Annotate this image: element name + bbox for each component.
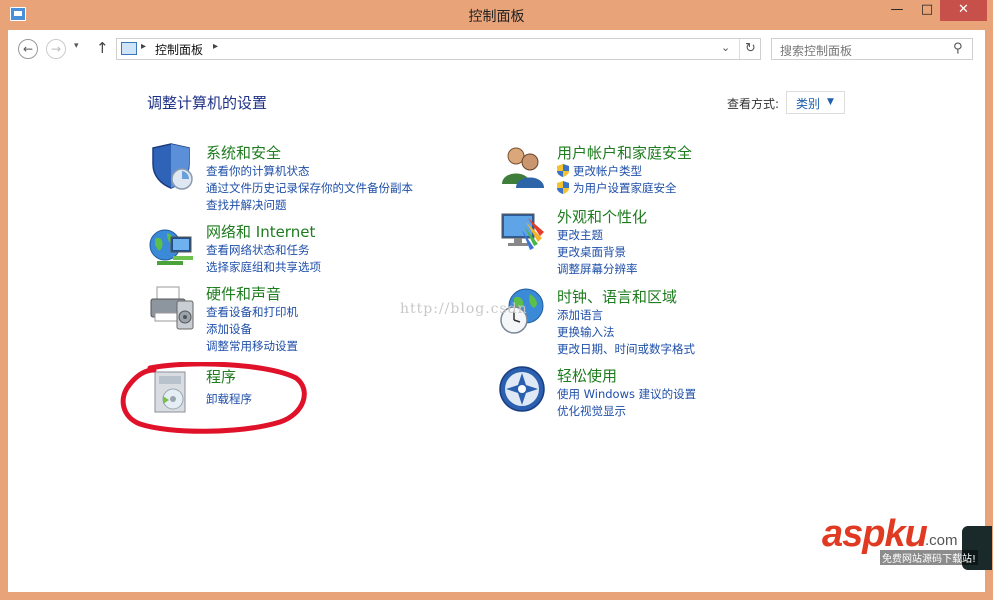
- client-area: ← → ▾ ↑ ▸ 控制面板 ▸ ⌄ ↻ 搜索控制面板 ⚲ 调整计算机的设置 查…: [8, 30, 985, 592]
- category-appearance: 外观和个性化 更改主题 更改桌面背景 调整屏幕分辨率: [498, 206, 818, 276]
- breadcrumb-separator-icon[interactable]: ▸: [213, 41, 218, 52]
- link-screen-resolution[interactable]: 调整屏幕分辨率: [557, 261, 638, 277]
- category-hardware-sound: 硬件和声音 查看设备和打印机 添加设备 调整常用移动设置: [147, 283, 467, 353]
- breadcrumb-control-panel[interactable]: 控制面板: [155, 41, 203, 58]
- minimize-button[interactable]: —: [883, 0, 911, 21]
- link-change-input-method[interactable]: 更换输入法: [557, 324, 615, 340]
- link-add-device[interactable]: 添加设备: [206, 321, 252, 337]
- category-clock-language-region: 时钟、语言和区域 添加语言 更换输入法 更改日期、时间或数字格式: [498, 286, 818, 356]
- link-desktop-background[interactable]: 更改桌面背景: [557, 244, 626, 260]
- link-add-language[interactable]: 添加语言: [557, 307, 603, 323]
- category-user-accounts: 用户帐户和家庭安全 更改帐户类型 为用户设置家庭安全: [498, 142, 818, 197]
- link-family-safety[interactable]: 为用户设置家庭安全: [573, 180, 677, 196]
- category-title[interactable]: 轻松使用: [557, 365, 617, 386]
- category-title[interactable]: 网络和 Internet: [206, 221, 315, 242]
- category-ease-of-access: 轻松使用 使用 Windows 建议的设置 优化视觉显示: [498, 365, 818, 420]
- category-title[interactable]: 时钟、语言和区域: [557, 286, 677, 307]
- category-title[interactable]: 硬件和声音: [206, 283, 281, 304]
- recent-locations-chevron-icon[interactable]: ▾: [74, 41, 79, 51]
- control-panel-small-icon: [121, 42, 137, 55]
- navigation-bar: ← → ▾ ↑ ▸ 控制面板 ▸ ⌄ ↻ 搜索控制面板 ⚲: [8, 30, 985, 70]
- link-devices-printers[interactable]: 查看设备和打印机: [206, 304, 298, 320]
- link-change-account-type[interactable]: 更改帐户类型: [573, 163, 642, 179]
- refresh-button[interactable]: ↻: [739, 39, 761, 59]
- link-optimize-visual-display[interactable]: 优化视觉显示: [557, 403, 626, 419]
- search-placeholder: 搜索控制面板: [780, 44, 853, 58]
- security-shield-icon[interactable]: [147, 142, 197, 192]
- search-input[interactable]: 搜索控制面板 ⚲: [771, 38, 973, 60]
- control-panel-window: 控制面板 — □ ✕ ← → ▾ ↑ ▸ 控制面板 ▸ ⌄ ↻ 搜索控制面板 ⚲…: [0, 0, 993, 600]
- back-button[interactable]: ←: [18, 39, 38, 59]
- category-network-internet: 网络和 Internet 查看网络状态和任务 选择家庭组和共享选项: [147, 221, 467, 276]
- category-title[interactable]: 用户帐户和家庭安全: [557, 142, 692, 163]
- printer-icon[interactable]: [147, 283, 197, 333]
- link-mobility-settings[interactable]: 调整常用移动设置: [206, 338, 298, 354]
- brand-tagline: 免费网站源码下载站!: [880, 550, 979, 565]
- ease-of-access-icon[interactable]: [498, 365, 548, 415]
- breadcrumb-separator-icon[interactable]: ▸: [141, 41, 146, 52]
- title-bar[interactable]: 控制面板 — □ ✕: [0, 0, 993, 30]
- category-title[interactable]: 系统和安全: [206, 142, 281, 163]
- dropdown-arrow-icon: ▼: [827, 97, 834, 107]
- view-by-value: 类别: [796, 97, 821, 111]
- link-homegroup[interactable]: 选择家庭组和共享选项: [206, 259, 321, 275]
- page-title: 调整计算机的设置: [147, 94, 268, 112]
- close-button[interactable]: ✕: [940, 0, 987, 21]
- link-change-theme[interactable]: 更改主题: [557, 227, 603, 243]
- link-view-computer-status[interactable]: 查看你的计算机状态: [206, 163, 310, 179]
- up-button[interactable]: ↑: [96, 39, 109, 57]
- view-by-label: 查看方式:: [727, 97, 780, 111]
- address-bar[interactable]: ▸ 控制面板 ▸ ⌄ ↻: [116, 38, 761, 60]
- search-icon[interactable]: ⚲: [953, 41, 963, 56]
- window-title: 控制面板: [468, 9, 525, 25]
- network-globe-icon[interactable]: [147, 221, 197, 271]
- forward-button[interactable]: →: [46, 39, 66, 59]
- address-dropdown-icon[interactable]: ⌄: [721, 41, 730, 54]
- view-by-dropdown[interactable]: 类别 ▼: [786, 91, 845, 114]
- link-troubleshoot[interactable]: 查找并解决问题: [206, 197, 287, 213]
- uac-shield-icon: [557, 164, 569, 177]
- link-windows-suggested-settings[interactable]: 使用 Windows 建议的设置: [557, 386, 696, 402]
- uac-shield-icon: [557, 181, 569, 194]
- brand-domain: .com: [925, 532, 958, 549]
- watermark-text: http://blog.csdn: [400, 301, 528, 317]
- link-network-status[interactable]: 查看网络状态和任务: [206, 242, 310, 258]
- annotation-circle: [120, 362, 307, 434]
- category-system-security: 系统和安全 查看你的计算机状态 通过文件历史记录保存你的文件备份副本 查找并解决…: [147, 142, 467, 212]
- users-icon[interactable]: [498, 142, 548, 192]
- category-title[interactable]: 外观和个性化: [557, 206, 647, 227]
- personalization-icon[interactable]: [498, 206, 548, 256]
- maximize-button[interactable]: □: [913, 0, 941, 21]
- link-date-time-format[interactable]: 更改日期、时间或数字格式: [557, 341, 695, 357]
- link-file-history[interactable]: 通过文件历史记录保存你的文件备份副本: [206, 180, 413, 196]
